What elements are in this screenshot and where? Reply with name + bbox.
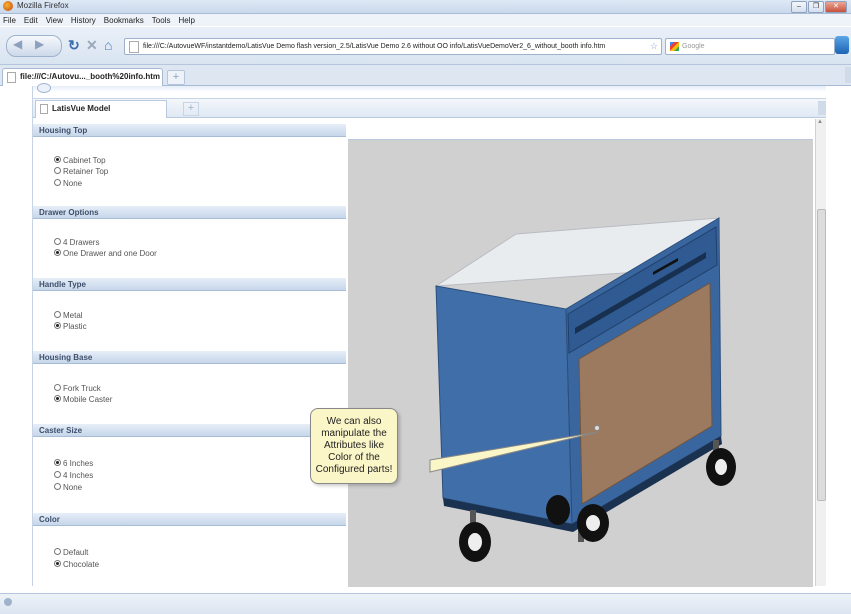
option-caster-none[interactable]: None [54, 483, 82, 492]
option-6-inches[interactable]: 6 Inches [54, 459, 93, 468]
page-icon [129, 41, 139, 53]
caster-front-left [459, 510, 491, 562]
caster-back-middle [546, 495, 570, 525]
latisvue-app: LatisVue Model + Housing Top Cabinet Top… [32, 83, 826, 587]
option-color-default[interactable]: Default [54, 548, 88, 557]
section-header-housing-base[interactable]: Housing Base [33, 351, 346, 364]
search-box[interactable]: Google ⚲ [665, 38, 850, 55]
window-title: Mozilla Firefox [17, 1, 69, 10]
google-icon[interactable] [670, 42, 679, 51]
configuration-panel: Housing Top Cabinet Top Retainer Top Non… [33, 119, 347, 586]
window-controls: – ❐ ✕ [791, 1, 847, 13]
radio-button[interactable] [54, 548, 61, 556]
radio-button[interactable] [54, 179, 61, 187]
option-plastic[interactable]: Plastic [54, 322, 87, 331]
minimize-button[interactable]: – [791, 1, 807, 13]
option-fork-truck[interactable]: Fork Truck [54, 384, 101, 393]
menu-view[interactable]: View [46, 16, 63, 25]
cabinet-3d-model[interactable] [348, 140, 813, 587]
back-forward-group: ◀ ▶ [6, 35, 62, 57]
firefox-icon [3, 1, 13, 11]
browser-tab-label: file:///C:/Autovu..._booth%20info.htm [20, 72, 160, 81]
stop-icon[interactable]: ✕ [86, 37, 98, 54]
section-header-color[interactable]: Color [33, 513, 346, 526]
app-tab-label: LatisVue Model [52, 104, 111, 113]
menu-edit[interactable]: Edit [24, 16, 38, 25]
option-one-drawer-one-door[interactable]: One Drawer and one Door [54, 249, 157, 258]
section-header-drawer-options[interactable]: Drawer Options [33, 206, 346, 219]
door-knob [594, 425, 600, 431]
forward-icon[interactable]: ▶ [35, 37, 44, 51]
section-header-caster-size[interactable]: Caster Size [33, 424, 346, 437]
option-4-inches[interactable]: 4 Inches [54, 471, 93, 480]
scroll-up-icon[interactable]: ▲ [817, 119, 823, 125]
radio-button[interactable] [54, 483, 61, 491]
app-orb-icon[interactable] [37, 83, 51, 93]
new-tab-button[interactable]: + [167, 70, 185, 85]
tab-scroll-button[interactable] [845, 67, 851, 83]
caster-front-right [577, 504, 609, 542]
add-tab-button[interactable]: + [183, 102, 199, 116]
radio-button[interactable] [54, 238, 61, 246]
section-header-handle-type[interactable]: Handle Type [33, 278, 346, 291]
vertical-scrollbar[interactable]: ▲ [815, 119, 826, 586]
option-4-drawers[interactable]: 4 Drawers [54, 238, 99, 247]
option-retainer-top[interactable]: Retainer Top [54, 167, 108, 176]
tab-latisvue-model[interactable]: LatisVue Model [35, 100, 167, 118]
scrollbar-thumb[interactable] [817, 209, 826, 501]
document-icon [40, 104, 48, 114]
status-icon [4, 598, 12, 606]
section-header-housing-top[interactable]: Housing Top [33, 124, 346, 137]
radio-button[interactable] [54, 249, 61, 257]
radio-button[interactable] [54, 459, 61, 467]
menu-history[interactable]: History [71, 16, 96, 25]
radio-button[interactable] [54, 311, 61, 319]
menu-help[interactable]: Help [178, 16, 194, 25]
reload-icon[interactable]: ↻ [68, 37, 80, 54]
navigation-toolbar: ◀ ▶ ↻ ✕ ⌂ file:///C:/AutovueWF/instantde… [0, 27, 851, 65]
option-housing-top-none[interactable]: None [54, 179, 82, 188]
radio-button[interactable] [54, 156, 61, 164]
address-bar[interactable]: file:///C:/AutovueWF/instantdemo/LatisVu… [124, 38, 662, 55]
status-bar [0, 593, 851, 614]
radio-button[interactable] [54, 167, 61, 175]
radio-button[interactable] [54, 560, 61, 568]
option-mobile-caster[interactable]: Mobile Caster [54, 395, 112, 404]
radio-button[interactable] [54, 471, 61, 479]
app-header [33, 83, 826, 93]
addon-icon[interactable] [835, 36, 849, 54]
callout-text: We can also manipulate the Attributes li… [315, 416, 393, 475]
menu-bar: File Edit View History Bookmarks Tools H… [0, 14, 851, 26]
maximize-button[interactable]: ❐ [808, 1, 824, 13]
menu-file[interactable]: File [3, 16, 16, 25]
model-viewport[interactable] [348, 139, 813, 587]
callout-tooltip: We can also manipulate the Attributes li… [310, 408, 398, 484]
menu-tools[interactable]: Tools [152, 16, 171, 25]
cabinet-side-panel [435, 285, 573, 525]
model-viewer-panel: ⎙ ⟳ ⚲ ✥ ■ ▮ ✎ ◆ ✕ [346, 119, 818, 587]
browser-tab[interactable]: file:///C:/Autovu..._booth%20info.htm [2, 68, 163, 86]
option-cabinet-top[interactable]: Cabinet Top [54, 156, 106, 165]
option-color-chocolate[interactable]: Chocolate [54, 560, 99, 569]
menu-bookmarks[interactable]: Bookmarks [104, 16, 144, 25]
page-icon [7, 72, 16, 83]
close-button[interactable]: ✕ [825, 1, 847, 13]
url-text: file:///C:/AutovueWF/instantdemo/LatisVu… [143, 43, 606, 50]
radio-button[interactable] [54, 384, 61, 392]
browser-tab-strip: file:///C:/Autovu..._booth%20info.htm + [0, 65, 851, 86]
home-icon[interactable]: ⌂ [104, 37, 112, 53]
page-content: LatisVue Model + Housing Top Cabinet Top… [0, 83, 851, 587]
radio-button[interactable] [54, 395, 61, 403]
window-titlebar: Mozilla Firefox – ❐ ✕ [0, 0, 851, 14]
bookmark-star-icon[interactable]: ☆ [650, 39, 658, 54]
app-tab-strip: LatisVue Model + [33, 98, 826, 118]
option-metal[interactable]: Metal [54, 311, 83, 320]
search-placeholder: Google [682, 43, 705, 50]
back-icon[interactable]: ◀ [13, 37, 22, 51]
radio-button[interactable] [54, 322, 61, 330]
app-tab-scroll-button[interactable] [818, 101, 826, 115]
